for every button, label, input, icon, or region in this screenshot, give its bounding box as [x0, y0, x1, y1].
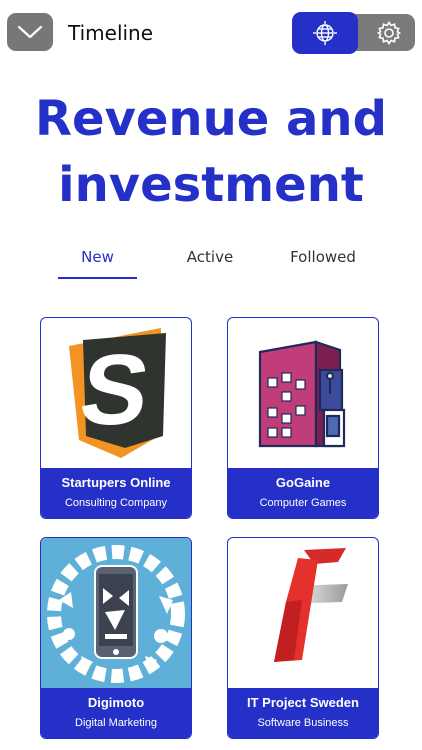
- tab-active-indicator: [58, 277, 137, 279]
- globe-toggle-button[interactable]: [292, 12, 358, 54]
- hero-line-1: Revenue and: [35, 91, 387, 147]
- tab-active[interactable]: Active: [172, 248, 248, 266]
- card-title: IT Project Sweden: [247, 695, 359, 710]
- card-footer: GoGaine Computer Games: [228, 468, 378, 518]
- tab-followed[interactable]: Followed: [284, 248, 362, 266]
- tab-new[interactable]: New: [58, 248, 137, 266]
- hero-heading: Revenue and investment: [0, 86, 422, 218]
- company-card[interactable]: S Startupers Online Consulting Company: [40, 317, 192, 519]
- page-title: Timeline: [68, 21, 154, 45]
- card-title: Startupers Online: [61, 475, 171, 490]
- chevron-down-icon: [17, 25, 43, 39]
- card-subtitle: Software Business: [257, 717, 349, 729]
- card-logo: [228, 318, 378, 468]
- card-title: Digimoto: [87, 695, 145, 710]
- card-logo: [228, 538, 378, 688]
- header: Timeline: [0, 0, 422, 70]
- card-footer: IT Project Sweden Software Business: [228, 688, 378, 738]
- card-footer: Digimoto Digital Marketing: [41, 688, 191, 738]
- it-letter-logo: [274, 548, 348, 662]
- settings-toggle-button[interactable]: [362, 14, 415, 51]
- card-logo: [41, 538, 191, 688]
- card-logo: S: [41, 318, 191, 468]
- card-footer: Startupers Online Consulting Company: [41, 468, 191, 518]
- tab-bar: New Active Followed: [0, 248, 422, 284]
- card-subtitle: Digital Marketing: [75, 717, 157, 729]
- card-subtitle: Consulting Company: [64, 497, 168, 509]
- hero-line-2: investment: [58, 157, 364, 213]
- view-toggle[interactable]: [292, 12, 415, 54]
- company-card[interactable]: IT Project Sweden Software Business: [227, 537, 379, 739]
- startupers-s-logo: S: [69, 328, 166, 458]
- company-card[interactable]: GoGaine Computer Games: [227, 317, 379, 519]
- globe-icon: [313, 21, 337, 45]
- company-card[interactable]: Digimoto Digital Marketing: [40, 537, 192, 739]
- gear-icon: [376, 20, 401, 45]
- menu-dropdown-button[interactable]: [7, 13, 53, 51]
- card-title: GoGaine: [275, 475, 331, 490]
- phone-mosaic-logo: [47, 545, 185, 683]
- card-subtitle: Computer Games: [259, 497, 347, 509]
- arcade-building-logo: [258, 340, 346, 448]
